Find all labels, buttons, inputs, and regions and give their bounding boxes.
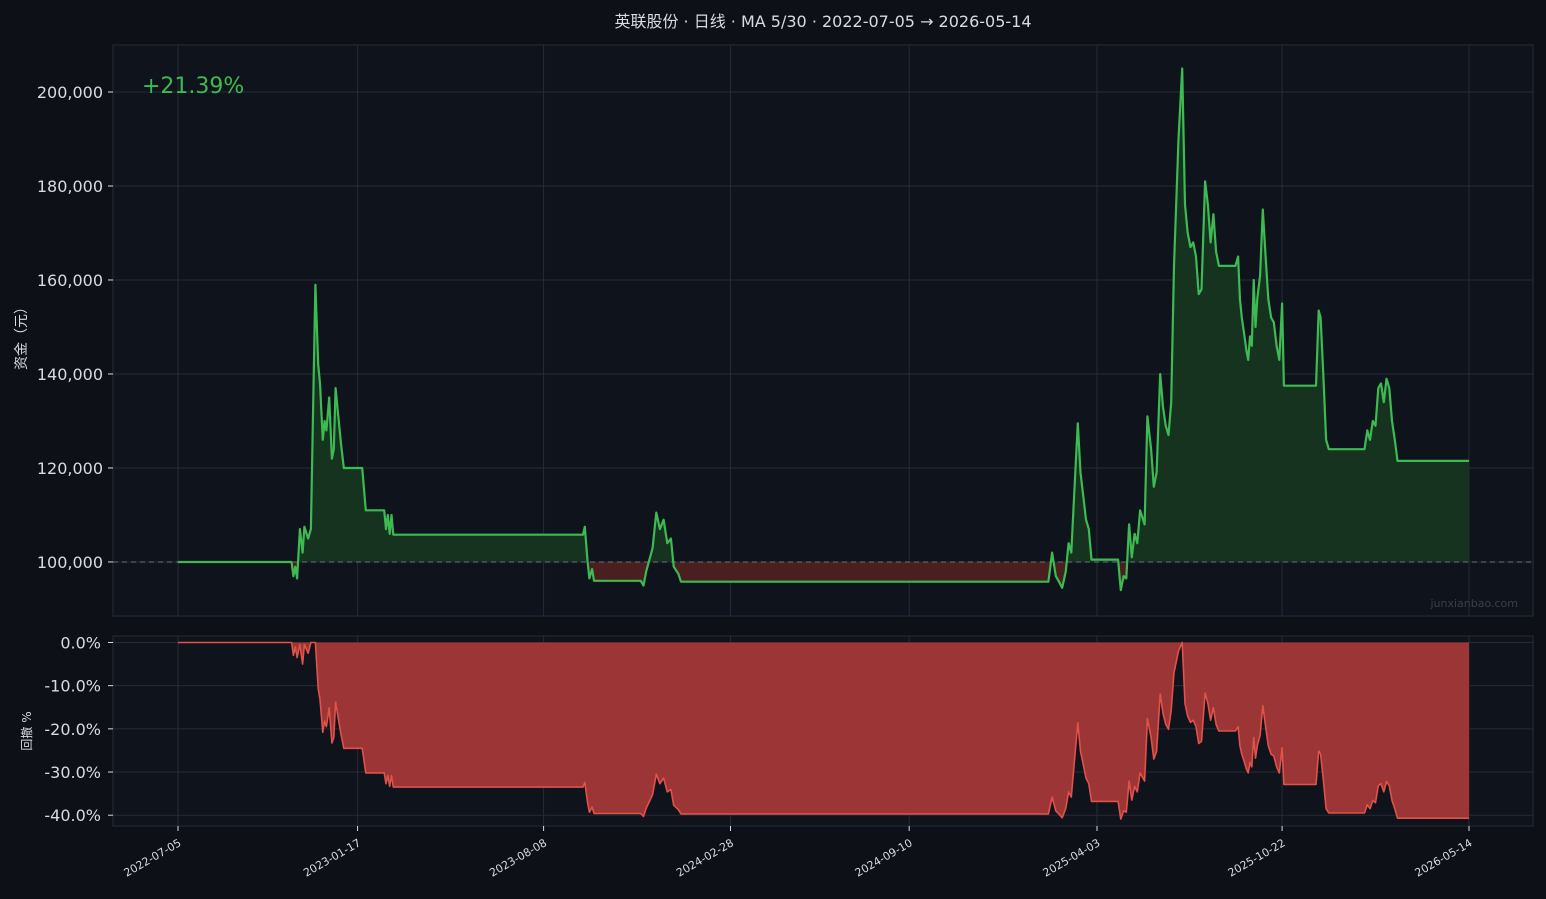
equity-y-tick-label: 200,000 <box>37 83 103 102</box>
drawdown-y-tick-label: -10.0% <box>44 677 101 696</box>
equity-y-tick-label: 160,000 <box>37 271 103 290</box>
equity-y-axis-label: 资金（元） <box>14 300 30 370</box>
watermark: junxianbao.com <box>1429 597 1518 610</box>
equity-y-tick-label: 120,000 <box>37 459 103 478</box>
return-annotation: +21.39% <box>142 74 244 99</box>
chart-title: 英联股份 · 日线 · MA 5/30 · 2022-07-05 → 2026-… <box>614 12 1031 31</box>
equity-y-tick-label: 180,000 <box>37 177 103 196</box>
drawdown-y-tick-label: -30.0% <box>44 763 101 782</box>
drawdown-y-tick-label: -40.0% <box>44 806 101 825</box>
equity-y-tick-label: 100,000 <box>37 553 103 572</box>
drawdown-y-tick-label: -20.0% <box>44 720 101 739</box>
backtest-chart: 英联股份 · 日线 · MA 5/30 · 2022-07-05 → 2026-… <box>0 0 1546 895</box>
drawdown-y-tick-label: 0.0% <box>60 633 101 652</box>
drawdown-y-axis-label: 回撤 % <box>19 711 34 750</box>
equity-y-tick-label: 140,000 <box>37 365 103 384</box>
